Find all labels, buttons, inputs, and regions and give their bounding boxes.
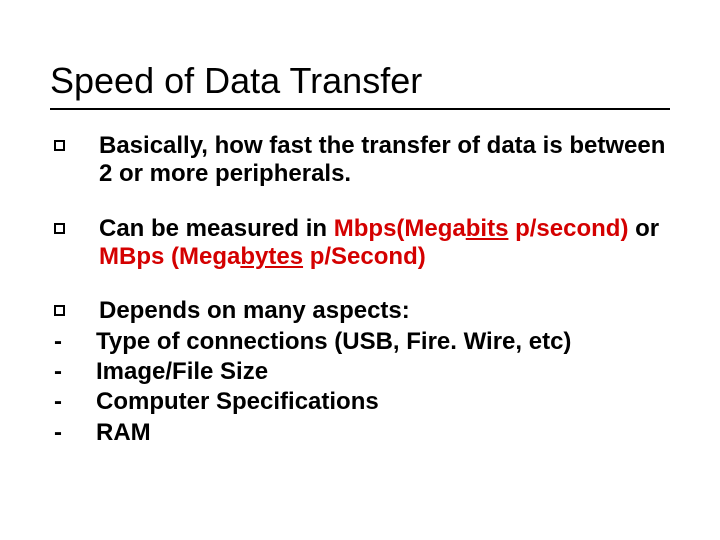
title-underline <box>50 108 670 110</box>
square-bullet-icon <box>54 305 65 316</box>
square-bullet-icon <box>54 223 65 234</box>
bullet-text: Basically, how fast the transfer of data… <box>99 132 670 189</box>
square-bullet-icon <box>54 140 65 151</box>
bullet-item: Can be measured in Mbps(Megabits p/secon… <box>50 215 670 272</box>
text-emphasis: Mbps(Mega <box>334 215 466 242</box>
sub-item-text: Computer Specifications <box>96 388 670 416</box>
text-emphasis-underline: bits <box>466 215 509 242</box>
bullet-item: Depends on many aspects: <box>50 297 670 325</box>
dash-bullet-icon: - <box>54 358 62 386</box>
text-emphasis-underline: bytes <box>240 243 303 270</box>
sub-item-text: Type of connections (USB, Fire. Wire, et… <box>96 328 670 356</box>
text-emphasis: p/second) <box>508 215 628 242</box>
dash-bullet-icon: - <box>54 419 62 447</box>
text-emphasis: MBps (Mega <box>99 243 240 270</box>
dash-bullet-icon: - <box>54 328 62 356</box>
dash-bullet-icon: - <box>54 388 62 416</box>
text-plain: Can be measured in <box>99 215 334 242</box>
slide: Speed of Data Transfer Basically, how fa… <box>0 0 720 540</box>
bullet-list: Basically, how fast the transfer of data… <box>50 132 670 447</box>
sub-item: - Computer Specifications <box>50 388 670 416</box>
sub-item-text: Image/File Size <box>96 358 670 386</box>
text-plain: or <box>628 215 659 242</box>
sub-item: - RAM <box>50 419 670 447</box>
sub-item: - Type of connections (USB, Fire. Wire, … <box>50 328 670 356</box>
sub-item: - Image/File Size <box>50 358 670 386</box>
slide-title: Speed of Data Transfer <box>50 60 670 102</box>
sub-item-text: RAM <box>96 419 670 447</box>
bullet-text: Depends on many aspects: <box>99 297 670 325</box>
bullet-text: Can be measured in Mbps(Megabits p/secon… <box>99 215 670 272</box>
bullet-item: Basically, how fast the transfer of data… <box>50 132 670 189</box>
text-emphasis: p/Second) <box>303 243 426 270</box>
